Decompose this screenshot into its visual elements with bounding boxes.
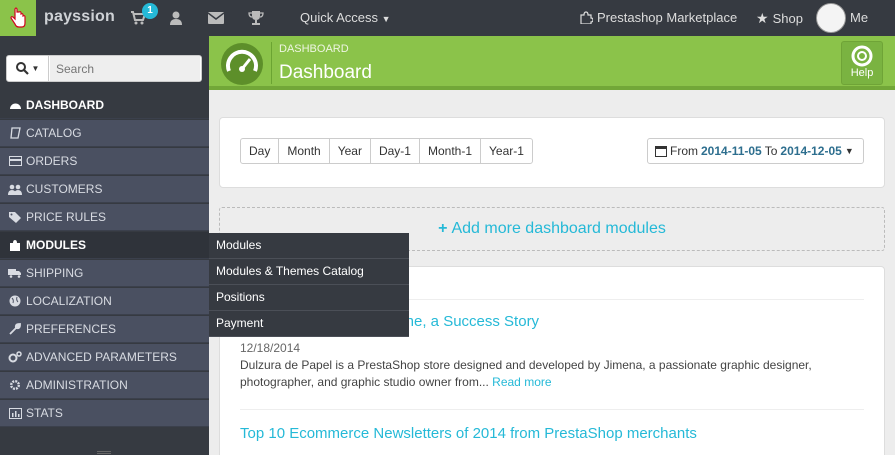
envelope-icon[interactable] [206, 8, 226, 28]
sidebar-item-customers[interactable]: CUSTOMERS [0, 176, 209, 203]
shop-label: Shop [772, 11, 803, 26]
sidebar-item-dashboard[interactable]: DASHBOARD [0, 92, 209, 119]
news-title-link[interactable]: line, a Success Story [399, 313, 539, 330]
dashboard-gauge-icon [221, 43, 263, 85]
trophy-icon[interactable] [246, 8, 266, 28]
sidebar-item-modules[interactable]: MODULES [0, 232, 209, 259]
sidebar-item-label: ORDERS [26, 154, 78, 168]
user-icon[interactable] [166, 8, 186, 28]
sidebar-item-localization[interactable]: LOCALIZATION [0, 288, 209, 315]
quick-access-dropdown[interactable]: Quick Access ▼ [300, 10, 391, 25]
sidebar-item-label: CATALOG [26, 126, 82, 140]
sidebar-item-label: DASHBOARD [26, 98, 104, 112]
sidebar-item-label: ADMINISTRATION [26, 378, 128, 392]
marketplace-link[interactable]: Prestashop Marketplace [580, 10, 737, 25]
help-button[interactable]: Help [841, 41, 883, 85]
sidebar-item-label: CUSTOMERS [26, 182, 103, 196]
news-date: 12/18/2014 [240, 341, 301, 355]
sidebar-item-shipping[interactable]: SHIPPING [0, 260, 209, 287]
page-title: Dashboard [279, 62, 372, 83]
submenu-item-modules-themes-catalog[interactable]: Modules & Themes Catalog [209, 259, 409, 285]
wrench-icon [8, 323, 22, 335]
hand-pointer-icon[interactable] [0, 0, 36, 36]
date-from-label: From [670, 144, 698, 158]
sidebar-item-preferences[interactable]: PREFERENCES [0, 316, 209, 343]
add-modules-label: Add more dashboard modules [451, 220, 666, 237]
caret-down-icon: ▼ [381, 14, 391, 24]
credit-card-icon [8, 155, 22, 167]
search-icon [15, 62, 29, 75]
me-label: Me [850, 10, 869, 25]
puzzle-icon [8, 239, 22, 251]
tags-icon [8, 211, 22, 223]
search-input[interactable] [50, 56, 200, 81]
period-year-button[interactable]: Year [330, 139, 371, 163]
truck-icon [8, 267, 22, 279]
header-divider [271, 42, 272, 84]
period-month-1-button[interactable]: Month-1 [420, 139, 481, 163]
globe-icon [8, 295, 22, 307]
date-range-button[interactable]: From 2014-11-05 To 2014-12-05 ▼ [647, 138, 864, 164]
sidebar-item-administration[interactable]: ADMINISTRATION [0, 372, 209, 399]
sidebar-item-catalog[interactable]: CATALOG [0, 120, 209, 147]
period-day-button[interactable]: Day [241, 139, 280, 163]
sidebar-item-stats[interactable]: STATS [0, 400, 209, 427]
cogs-icon [8, 351, 22, 363]
news-body: Dulzura de Papel is a PrestaShop store d… [240, 357, 870, 391]
sidebar-item-advanced-parameters[interactable]: ADVANCED PARAMETERS [0, 344, 209, 371]
lifebuoy-icon [851, 45, 873, 67]
calendar-icon [655, 146, 667, 157]
sidebar-item-label: ADVANCED PARAMETERS [26, 350, 177, 364]
sidebar-item-label: PRICE RULES [26, 210, 107, 224]
date-to-value: 2014-12-05 [780, 144, 842, 158]
dashboard-toolbar-panel: Day Month Year Day-1 Month-1 Year-1 From… [219, 117, 885, 188]
sidebar-collapse-handle[interactable] [97, 451, 111, 454]
divider [240, 409, 864, 410]
period-button-group: Day Month Year Day-1 Month-1 Year-1 [240, 138, 533, 164]
sidebar-item-label: LOCALIZATION [26, 294, 112, 308]
date-to-label: To [764, 144, 778, 158]
sidebar-item-price-rules[interactable]: PRICE RULES [0, 204, 209, 231]
brand-name[interactable]: payssion [44, 8, 115, 26]
sidebar-item-label: STATS [26, 406, 63, 420]
shop-link[interactable]: ★ Shop [756, 10, 803, 27]
search-scope-button[interactable]: ▼ [7, 56, 49, 81]
help-label: Help [850, 67, 874, 79]
cog-icon [8, 379, 22, 391]
plus-icon: + [438, 220, 448, 237]
bar-chart-icon [8, 407, 22, 419]
submenu-item-modules[interactable]: Modules [209, 233, 409, 259]
sidebar-item-label: PREFERENCES [26, 322, 117, 336]
sidebar-item-label: MODULES [26, 238, 86, 252]
sidebar-item-orders[interactable]: ORDERS [0, 148, 209, 175]
top-navbar: payssion 1 Quick Access ▼ Prestashop Mar… [0, 0, 895, 36]
dashboard-icon [8, 99, 22, 111]
caret-down-icon: ▼ [31, 64, 40, 73]
quick-access-label: Quick Access [300, 10, 379, 25]
search-box: ▼ [6, 55, 202, 82]
period-year-1-button[interactable]: Year-1 [481, 139, 532, 163]
submenu-item-payment[interactable]: Payment [209, 311, 409, 337]
period-month-button[interactable]: Month [279, 139, 330, 163]
users-icon [8, 183, 22, 195]
breadcrumb[interactable]: DASHBOARD [279, 43, 349, 55]
marketplace-label: Prestashop Marketplace [597, 10, 738, 25]
avatar[interactable] [816, 3, 846, 33]
me-dropdown[interactable]: Me [850, 10, 868, 25]
date-from-value: 2014-11-05 [701, 144, 762, 158]
sidebar-item-label: SHIPPING [26, 266, 84, 280]
submenu-item-positions[interactable]: Positions [209, 285, 409, 311]
read-more-link[interactable]: Read more [492, 375, 551, 389]
page-header: DASHBOARD Dashboard Help [209, 36, 895, 90]
period-day-1-button[interactable]: Day-1 [371, 139, 420, 163]
modules-submenu: Modules Modules & Themes Catalog Positio… [209, 233, 409, 337]
caret-down-icon: ▼ [844, 146, 854, 156]
cart-count-badge: 1 [142, 3, 158, 19]
star-icon: ★ [756, 10, 769, 26]
book-icon [8, 127, 22, 139]
puzzle-icon [580, 11, 593, 24]
news-title-link[interactable]: Top 10 Ecommerce Newsletters of 2014 fro… [240, 425, 697, 442]
